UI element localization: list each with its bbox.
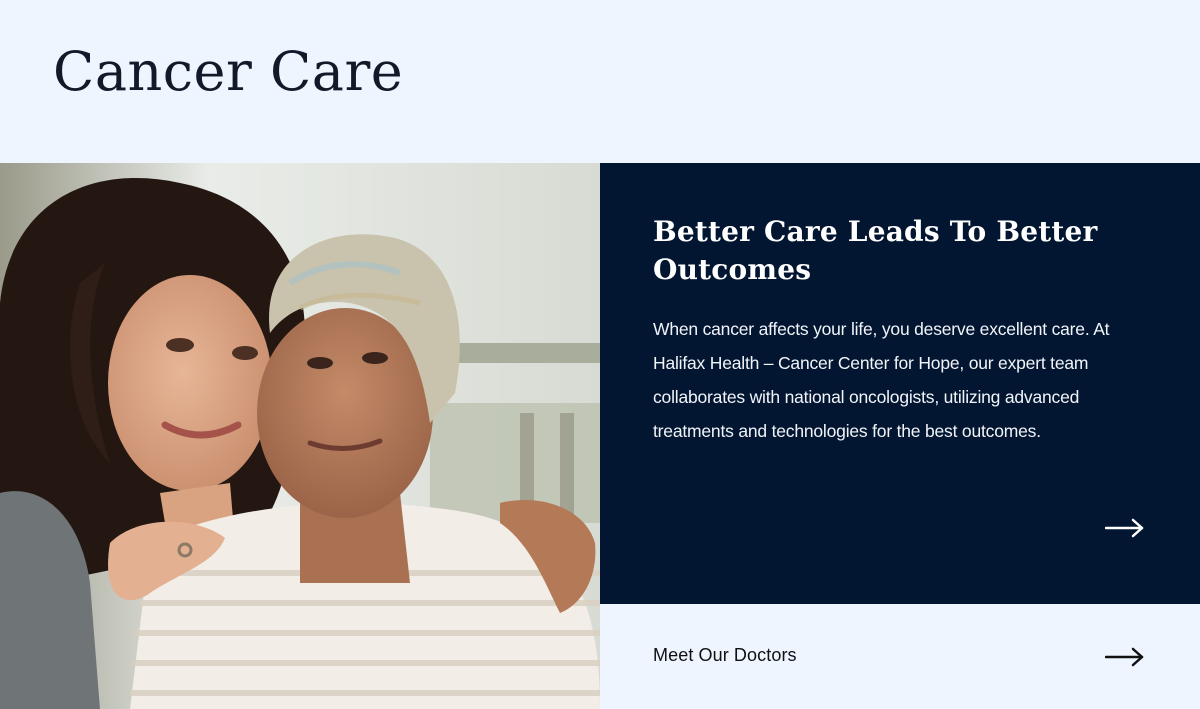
feature-panel: Better Care Leads To Better Outcomes Whe… — [600, 163, 1200, 604]
page-title: Cancer Care — [53, 40, 404, 103]
feature-heading: Better Care Leads To Better Outcomes — [653, 215, 1098, 286]
arrow-right-icon — [1105, 646, 1145, 668]
arrow-right-icon[interactable] — [1105, 517, 1145, 539]
page-header: Cancer Care — [0, 0, 1200, 163]
hero-image — [0, 163, 600, 709]
feature-description: When cancer affects your life, you deser… — [653, 319, 1110, 441]
meet-our-doctors-link[interactable]: Meet Our Doctors — [600, 604, 1200, 709]
meet-our-doctors-label: Meet Our Doctors — [653, 645, 797, 665]
